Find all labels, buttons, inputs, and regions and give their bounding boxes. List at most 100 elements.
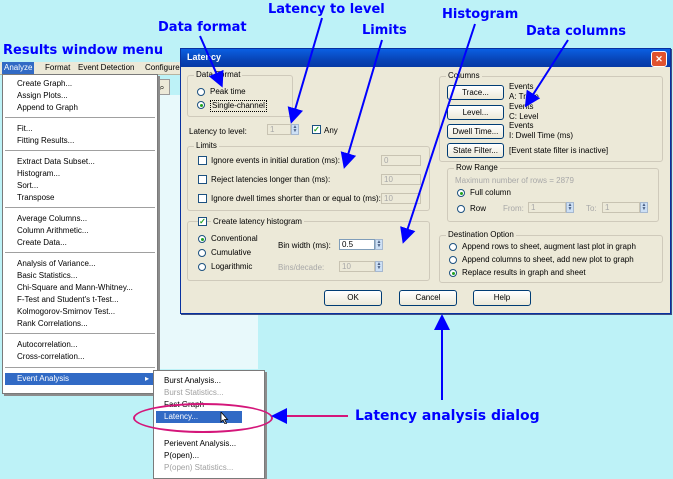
from-spinner[interactable]: ▲ ▼ (566, 202, 574, 213)
create-histogram-checkbox[interactable]: ✓ (198, 217, 207, 226)
ok-button[interactable]: OK (324, 290, 382, 306)
row-radio[interactable] (457, 205, 465, 213)
menu-item[interactable]: Cross-correlation... (17, 351, 85, 362)
single-channel-label: Single-channel (210, 100, 267, 112)
from-label: From: (503, 204, 524, 213)
append-columns-label: Append columns to sheet, add new plot to… (462, 255, 634, 264)
bin-width-input[interactable]: 0.5 (339, 239, 375, 250)
any-checkbox[interactable]: ✓ (312, 125, 321, 134)
state-filter-button[interactable]: State Filter... (447, 143, 504, 158)
peak-time-radio[interactable] (197, 88, 205, 96)
menu-event-detection[interactable]: Event Detection (76, 62, 136, 74)
menu-item[interactable]: Average Columns... (17, 213, 87, 224)
menu-item[interactable]: Autocorrelation... (17, 339, 77, 350)
cumulative-label: Cumulative (211, 248, 252, 257)
conventional-label: Conventional (211, 234, 258, 243)
reject-latencies-label: Reject latencies longer than (ms): (211, 175, 331, 184)
trace-desc-2: A: Trace (509, 92, 539, 101)
level-desc-1: Events (509, 102, 534, 111)
menu-format[interactable]: Format (43, 62, 72, 74)
menu-item-event-analysis[interactable]: Event Analysis ▸ (5, 373, 155, 385)
logarithmic-label: Logarithmic (211, 262, 253, 271)
logarithmic-radio[interactable] (198, 263, 206, 271)
menu-item[interactable]: Kolmogorov-Smirnov Test... (17, 306, 115, 317)
menu-item[interactable]: Rank Correlations... (17, 318, 88, 329)
bins-decade-input[interactable]: 10 (339, 261, 375, 272)
menu-separator (5, 207, 155, 208)
latency-level-spinner[interactable]: ▲ ▼ (291, 124, 299, 135)
callout-histogram: Histogram (442, 7, 519, 22)
menu-item[interactable]: Column Arithmetic... (17, 225, 89, 236)
menu-item[interactable]: F-Test and Student's t-Test... (17, 294, 119, 305)
menu-item[interactable]: Sort... (17, 180, 38, 191)
menu-item[interactable]: Assign Plots... (17, 90, 68, 101)
submenu-item[interactable]: P(open)... (164, 450, 199, 461)
append-rows-label: Append rows to sheet, augment last plot … (462, 242, 636, 251)
callout-data-format: Data format (158, 20, 247, 35)
row-label: Row (470, 204, 487, 213)
latency-level-input[interactable]: 1 (267, 124, 291, 135)
help-button[interactable]: Help (473, 290, 531, 306)
any-label: Any (324, 126, 338, 135)
menu-item[interactable]: Histogram... (17, 168, 60, 179)
submenu-item[interactable]: Burst Analysis... (164, 375, 221, 386)
bin-width-label: Bin width (ms): (278, 241, 331, 250)
callout-data-columns: Data columns (526, 24, 626, 39)
menu-item[interactable]: Create Data... (17, 237, 67, 248)
menu-item[interactable]: Fit... (17, 123, 33, 134)
menu-item[interactable]: Extract Data Subset... (17, 156, 95, 167)
cancel-button[interactable]: Cancel (399, 290, 457, 306)
bins-decade-label: Bins/decade: (278, 263, 325, 272)
dwell-desc-2: I: Dwell Time (ms) (509, 131, 573, 140)
reject-latencies-checkbox[interactable] (198, 175, 207, 184)
trace-button[interactable]: Trace... (447, 85, 504, 100)
menu-item-label: Event Analysis (17, 374, 70, 383)
callout-latency-to-level: Latency to level (268, 2, 385, 17)
replace-results-radio[interactable] (449, 269, 457, 277)
menu-item[interactable]: Analysis of Variance... (17, 258, 96, 269)
bin-width-spinner[interactable]: ▲ ▼ (375, 239, 383, 250)
menu-item[interactable]: Transpose (17, 192, 55, 203)
reject-latencies-input[interactable]: 10 (381, 174, 421, 185)
ignore-dwell-checkbox[interactable] (198, 194, 207, 203)
single-channel-radio[interactable] (197, 101, 205, 109)
menu-item[interactable]: Basic Statistics... (17, 270, 77, 281)
ignore-dwell-label: Ignore dwell times shorter than or equal… (211, 194, 381, 203)
state-filter-desc: [Event state filter is inactive] (509, 146, 609, 155)
latency-dialog: Latency ✕ Data Format Peak time Single-c… (180, 48, 671, 314)
conventional-radio[interactable] (198, 235, 206, 243)
dialog-titlebar[interactable]: Latency ✕ (181, 49, 670, 67)
full-column-radio[interactable] (457, 189, 465, 197)
cumulative-radio[interactable] (198, 249, 206, 257)
limits-title: Limits (194, 141, 219, 151)
menu-analyze[interactable]: Analyze (2, 62, 35, 74)
menu-item[interactable]: Fitting Results... (17, 135, 74, 146)
ignore-dwell-input[interactable]: 10 (381, 193, 421, 204)
menu-item[interactable]: Append to Graph (17, 102, 78, 113)
bins-decade-spinner[interactable]: ▲ ▼ (375, 261, 383, 272)
menu-separator (5, 367, 155, 368)
max-rows-label: Maximum number of rows = 2879 (455, 176, 574, 185)
menu-item[interactable]: Chi-Square and Mann-Whitney... (17, 282, 133, 293)
to-spinner[interactable]: ▲ ▼ (640, 202, 648, 213)
menu-separator (5, 117, 155, 118)
analyze-menu: Create Graph... Assign Plots... Append t… (2, 74, 158, 394)
menu-item[interactable]: Create Graph... (17, 78, 72, 89)
menu-configure[interactable]: Configure (143, 62, 182, 74)
ignore-events-input[interactable]: 0 (381, 155, 421, 166)
from-input[interactable]: 1 (528, 202, 566, 213)
append-columns-radio[interactable] (449, 256, 457, 264)
replace-results-label: Replace results in graph and sheet (462, 268, 586, 277)
callout-latency-dialog: Latency analysis dialog (355, 408, 540, 424)
submenu-item[interactable]: Perievent Analysis... (164, 438, 236, 449)
append-rows-radio[interactable] (449, 243, 457, 251)
full-column-label: Full column (470, 188, 511, 197)
level-button[interactable]: Level... (447, 105, 504, 120)
close-icon[interactable]: ✕ (651, 51, 667, 67)
submenu-arrow-icon: ▸ (145, 374, 150, 383)
to-input[interactable]: 1 (602, 202, 640, 213)
ignore-events-checkbox[interactable] (198, 156, 207, 165)
submenu-item[interactable]: Burst Statistics... (164, 387, 224, 398)
submenu-item[interactable]: P(open) Statistics... (164, 462, 233, 473)
dwell-time-button[interactable]: Dwell Time... (447, 124, 504, 139)
